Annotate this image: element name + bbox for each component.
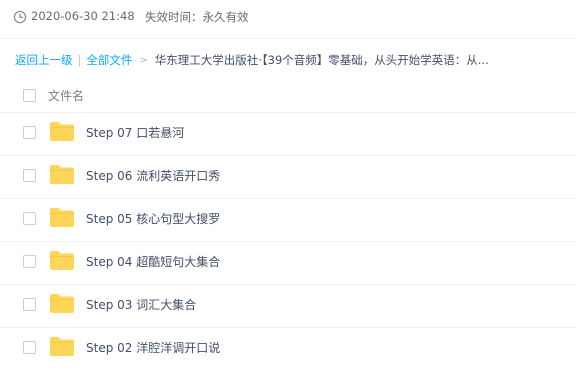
row-checkbox[interactable] — [23, 212, 36, 225]
row-checkbox[interactable] — [23, 126, 36, 139]
file-name[interactable]: Step 04 超酷短句大集合 — [86, 253, 220, 270]
share-date: 2020-06-30 21:48 — [31, 9, 135, 23]
file-row[interactable]: Step 04 超酷短句大集合 — [0, 241, 576, 285]
divider — [0, 38, 576, 39]
all-files-link[interactable]: 全部文件 — [86, 52, 132, 68]
file-name[interactable]: Step 03 词汇大集合 — [86, 296, 196, 313]
folder-icon — [50, 294, 74, 313]
file-row[interactable]: Step 02 洋腔洋调开口说 — [0, 327, 576, 370]
folder-icon — [50, 251, 74, 270]
file-row[interactable]: Step 06 流利英语开口秀 — [0, 155, 576, 199]
file-name[interactable]: Step 06 流利英语开口秀 — [86, 167, 220, 184]
file-name[interactable]: Step 05 核心句型大搜罗 — [86, 210, 220, 227]
file-row[interactable]: Step 07 口若悬河 — [0, 112, 576, 156]
breadcrumb-separator: | — [77, 53, 82, 67]
column-header-filename: 文件名 — [48, 89, 85, 103]
folder-icon — [50, 165, 74, 184]
back-link[interactable]: 返回上一级 — [15, 52, 73, 68]
folder-icon — [50, 208, 74, 227]
clock-icon — [13, 10, 27, 24]
file-name[interactable]: Step 02 洋腔洋调开口说 — [86, 339, 220, 356]
row-checkbox[interactable] — [23, 341, 36, 354]
folder-icon — [50, 337, 74, 356]
select-all-checkbox[interactable] — [23, 89, 36, 102]
file-row[interactable]: Step 03 词汇大集合 — [0, 284, 576, 328]
file-list-header: 文件名 — [0, 80, 576, 113]
row-checkbox[interactable] — [23, 255, 36, 268]
file-row[interactable]: Step 05 核心句型大搜罗 — [0, 198, 576, 242]
current-folder-title: 华东理工大学出版社·【39个音频】零基础，从头开始学英语：从... — [154, 53, 489, 67]
row-checkbox[interactable] — [23, 298, 36, 311]
row-checkbox[interactable] — [23, 169, 36, 182]
expiry-time: 失效时间：永久有效 — [145, 10, 249, 24]
breadcrumb: 返回上一级 | 全部文件 > 华东理工大学出版社·【39个音频】零基础，从头开始… — [15, 51, 571, 69]
folder-icon — [50, 122, 74, 141]
breadcrumb-arrow-icon: > — [139, 54, 148, 66]
share-info-bar: 2020-06-30 21:48 失效时间：永久有效 — [0, 0, 576, 34]
file-name[interactable]: Step 07 口若悬河 — [86, 124, 184, 141]
